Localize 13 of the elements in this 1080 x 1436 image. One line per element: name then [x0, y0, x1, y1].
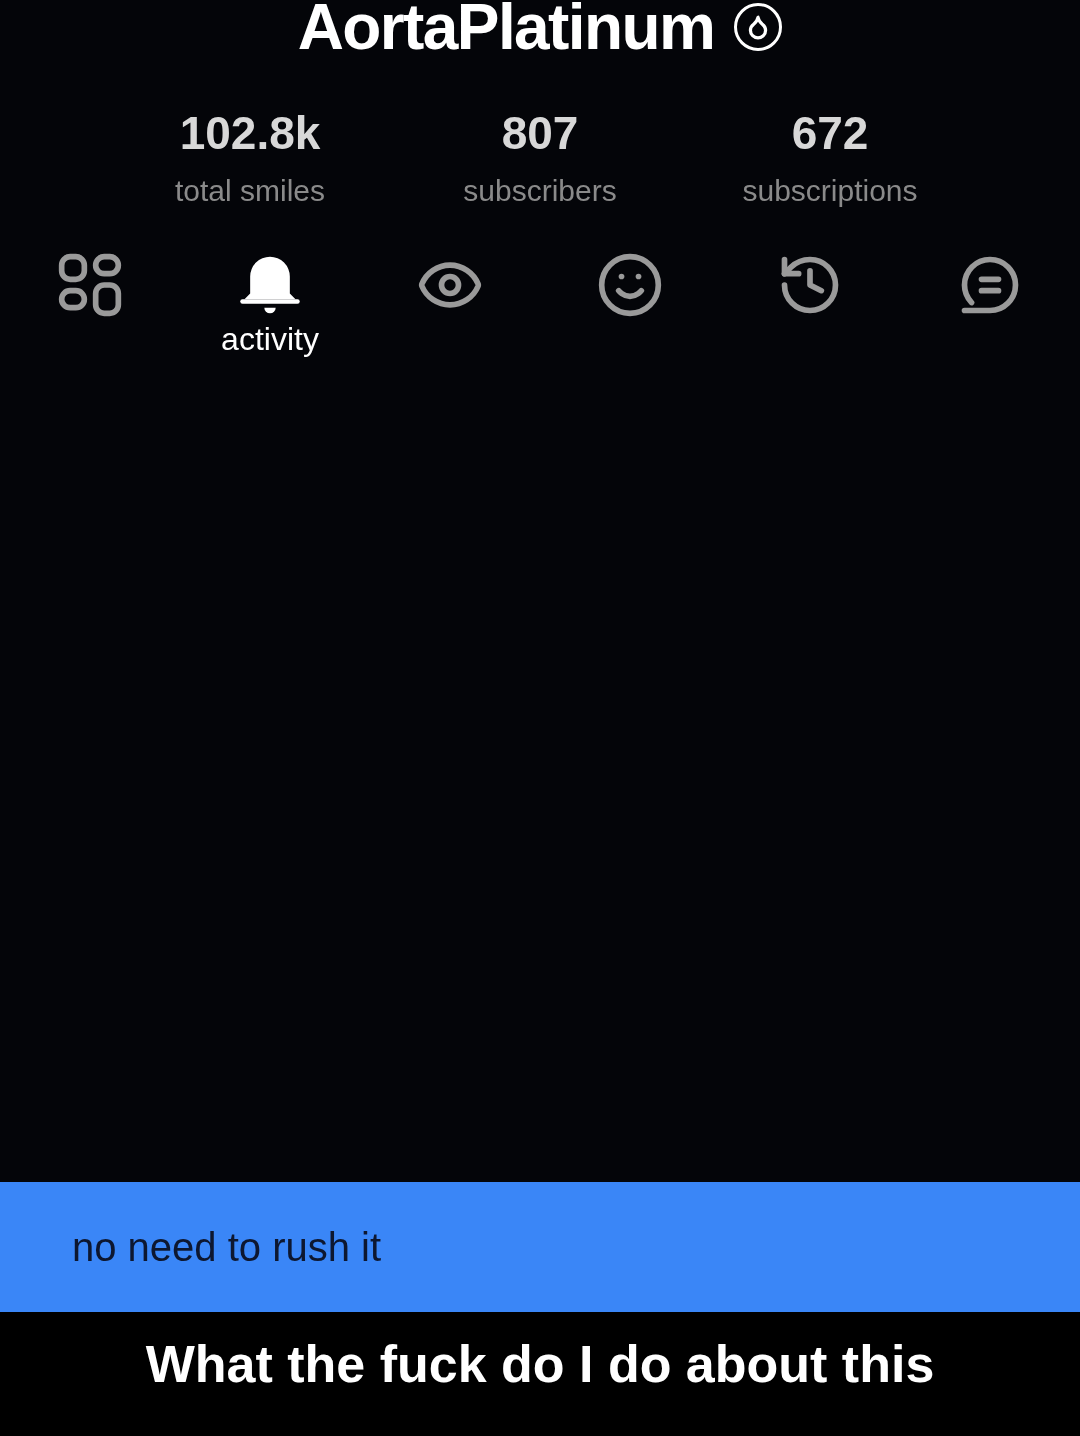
profile-tab[interactable]: activity	[210, 251, 330, 359]
smiley-icon	[596, 251, 664, 319]
stat-value: 807	[501, 110, 579, 156]
stat-label: total smiles	[174, 173, 325, 209]
message-text: no need to rush it	[72, 1224, 382, 1271]
stat-value: 672	[791, 110, 869, 156]
caption-text: What the fuck do I do about this	[145, 1334, 935, 1395]
profile-name: AortaPlatinum	[297, 0, 715, 59]
grid-icon	[56, 251, 124, 319]
droplet-icon	[734, 3, 783, 51]
stat-label: subscriptions	[742, 173, 918, 209]
stat-value: 102.8k	[179, 110, 321, 156]
stat-label: subscribers	[463, 173, 617, 209]
